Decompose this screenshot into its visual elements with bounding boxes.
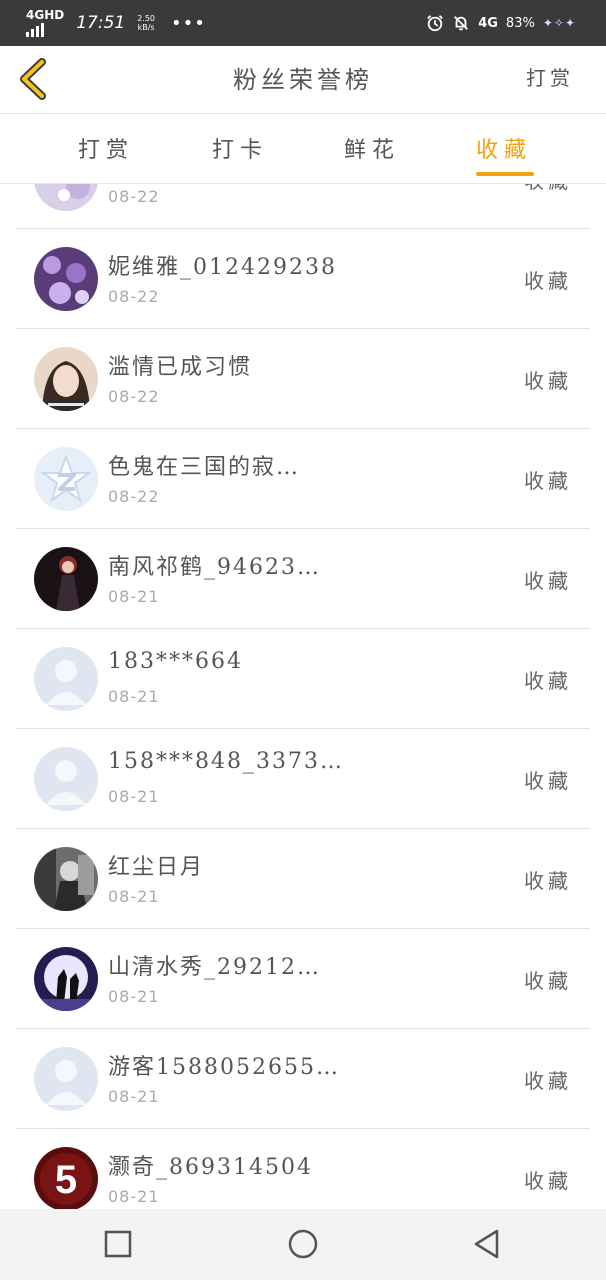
action-label: 收藏 xyxy=(524,1169,572,1193)
action-label: 收藏 xyxy=(524,1069,572,1093)
default-avatar-icon xyxy=(34,647,98,711)
network-speed-value: 2.50 xyxy=(137,14,156,23)
date: 08-21 xyxy=(108,1187,160,1206)
header: 粉丝荣誉榜 打赏 xyxy=(0,46,606,114)
alarm-icon xyxy=(427,15,444,32)
user-name: 游客15880526551… xyxy=(108,1055,348,1080)
tab-bar: 打赏 打卡 鲜花 收藏 xyxy=(0,114,606,184)
home-icon[interactable] xyxy=(286,1227,320,1261)
user-name: 183***664 xyxy=(108,649,243,674)
date: 08-22 xyxy=(108,287,160,306)
tab-flowers[interactable]: 鲜花 xyxy=(344,132,400,164)
date: 08-21 xyxy=(108,1087,160,1106)
star-decoration-icon: ✦✧✦ xyxy=(542,16,576,30)
user-name: 红尘日月 xyxy=(108,855,205,880)
avatar xyxy=(34,847,98,911)
user-name: 灏奇_869314504 xyxy=(108,1155,313,1180)
list-item[interactable]: 滥情已成习惯 08-22 收藏 xyxy=(16,329,590,429)
status-left: 4GHD 17:51 2.50 kB/s ••• xyxy=(26,8,206,37)
status-bar: 4GHD 17:51 2.50 kB/s ••• 4G 83% ✦✧✦ xyxy=(0,0,606,46)
list-item[interactable]: 南风祁鹤_94623… 08-21 收藏 xyxy=(16,529,590,629)
user-name: 158***848_3373… xyxy=(108,749,344,774)
page-title: 粉丝荣誉榜 xyxy=(233,66,373,94)
action-label: 收藏 xyxy=(524,669,572,693)
date: 08-21 xyxy=(108,587,160,606)
avatar xyxy=(34,247,98,311)
recent-apps-icon[interactable] xyxy=(101,1227,135,1261)
list-item[interactable]: 妮维雅_012429238 08-22 收藏 xyxy=(16,229,590,329)
action-label: 收藏 xyxy=(524,969,572,993)
avatar xyxy=(34,447,98,511)
mute-bell-icon xyxy=(454,16,469,31)
clock: 17:51 xyxy=(76,13,126,33)
avatar xyxy=(34,347,98,411)
signal-icon xyxy=(26,21,44,37)
back-icon[interactable] xyxy=(470,1227,504,1261)
date: 08-21 xyxy=(108,787,160,806)
battery-level: 83% xyxy=(505,15,535,31)
default-avatar-icon xyxy=(34,1047,98,1111)
date: 08-22 xyxy=(108,187,160,206)
user-name: 山清水秀_29212… xyxy=(108,955,321,980)
list-item[interactable]: 08-22 收藏 xyxy=(16,184,590,229)
avatar-number: 5 xyxy=(55,1158,77,1202)
tab-favorites[interactable]: 收藏 xyxy=(476,132,532,164)
network-label: 4GHD xyxy=(26,8,65,22)
network-speed: 2.50 kB/s xyxy=(137,14,155,32)
date: 08-21 xyxy=(108,887,160,906)
active-tab-indicator xyxy=(476,172,534,176)
list-item[interactable]: 色鬼在三国的寂… 08-22 收藏 xyxy=(16,429,590,529)
action-label: 收藏 xyxy=(524,184,572,194)
action-label: 收藏 xyxy=(524,869,572,893)
tab-checkin[interactable]: 打卡 xyxy=(212,132,268,164)
status-right: 4G 83% ✦✧✦ xyxy=(426,10,576,36)
avatar xyxy=(34,184,98,211)
network-speed-unit: kB/s xyxy=(137,23,155,32)
avatar xyxy=(34,547,98,611)
list-item[interactable]: 红尘日月 08-21 收藏 xyxy=(16,829,590,929)
user-name: 色鬼在三国的寂… xyxy=(108,455,301,480)
list-item[interactable]: 183***664 08-21 收藏 xyxy=(16,629,590,729)
action-label: 收藏 xyxy=(524,269,572,293)
fan-list[interactable]: 08-22 收藏 妮维雅_012429238 08-22 收藏 滥情已成习惯 0… xyxy=(0,184,606,1209)
list-item[interactable]: 158***848_3373… 08-21 收藏 xyxy=(16,729,590,829)
avatar xyxy=(34,947,98,1011)
navigation-bar xyxy=(0,1209,606,1280)
list-item[interactable]: 5 灏奇_869314504 08-21 收藏 xyxy=(16,1129,590,1209)
date: 08-22 xyxy=(108,487,160,506)
date: 08-21 xyxy=(108,987,160,1006)
tab-reward[interactable]: 打赏 xyxy=(78,132,134,164)
action-label: 收藏 xyxy=(524,569,572,593)
user-name: 滥情已成习惯 xyxy=(108,355,253,380)
list-item[interactable]: 游客15880526551… 08-21 收藏 xyxy=(16,1029,590,1129)
user-name: 南风祁鹤_94623… xyxy=(108,555,321,580)
default-avatar-icon xyxy=(34,747,98,811)
avatar: 5 xyxy=(34,1147,98,1209)
date: 08-21 xyxy=(108,687,160,706)
action-label: 收藏 xyxy=(524,769,572,793)
action-label: 收藏 xyxy=(524,469,572,493)
list-item[interactable]: 山清水秀_29212… 08-21 收藏 xyxy=(16,929,590,1029)
date: 08-22 xyxy=(108,387,160,406)
action-label: 收藏 xyxy=(524,369,572,393)
user-name: 妮维雅_012429238 xyxy=(108,255,337,280)
mobile-data-label: 4G xyxy=(478,15,498,31)
more-notifications-icon: ••• xyxy=(171,12,206,34)
reward-button[interactable]: 打赏 xyxy=(526,62,574,91)
